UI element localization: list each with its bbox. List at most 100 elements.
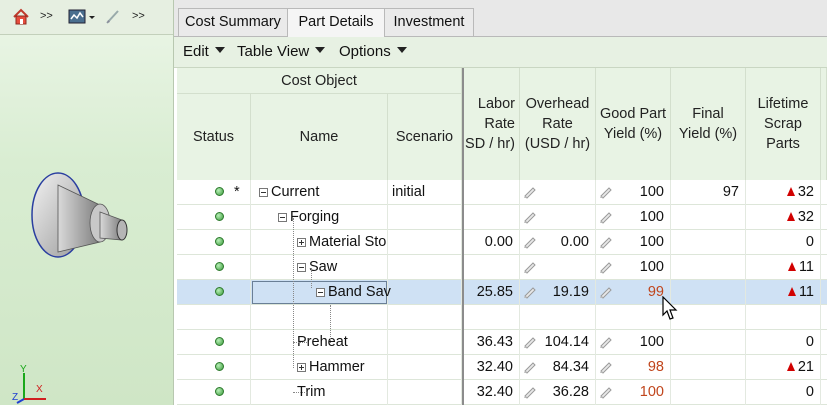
good-part-yield-cell[interactable]: 100 (596, 255, 671, 280)
final-yield-cell[interactable] (671, 330, 746, 355)
scenario-cell[interactable] (388, 280, 462, 305)
good-part-yield-cell[interactable]: 100 (596, 380, 671, 405)
overhead-rate-cell[interactable]: 19.19 (520, 280, 596, 305)
lifetime-scrap-cell[interactable]: 11 (746, 280, 821, 305)
lifetime-scrap-cell[interactable]: 21 (746, 355, 821, 380)
table-row[interactable]: Hammer 32.40 84.34 98 21 (177, 355, 827, 380)
final-yield-cell[interactable] (671, 280, 746, 305)
good-part-yield-cell[interactable]: 100 (596, 230, 671, 255)
good-part-yield-cell[interactable]: 100 (596, 330, 671, 355)
collapse-toggle-icon[interactable] (297, 263, 306, 272)
lifetime-scrap-cell[interactable]: 0 (746, 330, 821, 355)
labor-rate-cell[interactable]: 25.85 (464, 280, 520, 305)
name-cell[interactable]: Material Sto (251, 230, 388, 255)
good-part-yield-cell[interactable] (596, 305, 671, 330)
final-yield-cell[interactable]: 97 (671, 180, 746, 205)
labor-rate-cell[interactable]: 32.40 (464, 380, 520, 405)
pen-icon[interactable] (104, 8, 122, 26)
labor-rate-cell[interactable] (464, 205, 520, 230)
final-yield-cell[interactable] (671, 380, 746, 405)
final-yield-cell[interactable] (671, 305, 746, 330)
name-cell[interactable]: Saw (251, 255, 388, 280)
scenario-cell[interactable] (388, 255, 462, 280)
scenario-cell[interactable] (388, 355, 462, 380)
column-header-lifetime-scrap[interactable]: Lifetime Scrap Parts (746, 68, 821, 180)
column-header-name[interactable]: Name (251, 94, 388, 180)
table-row[interactable]: Material Sto 0.00 0.00 100 0 (177, 230, 827, 255)
tab-investment[interactable]: Investment (384, 8, 474, 36)
lifetime-scrap-cell[interactable]: 32 (746, 205, 821, 230)
tab-part-details[interactable]: Part Details (287, 8, 385, 37)
overhead-rate-cell[interactable]: 84.34 (520, 355, 596, 380)
expand-toolbar-button[interactable]: >> (40, 10, 53, 22)
table-row[interactable]: Band Sav 25.85 19.19 99 11 (177, 280, 827, 305)
good-part-yield-cell[interactable]: 99 (596, 280, 671, 305)
collapse-toggle-icon[interactable] (259, 188, 268, 197)
menu-options[interactable]: Options (339, 43, 407, 60)
scenario-cell[interactable] (388, 230, 462, 255)
name-cell[interactable]: Band Sav (251, 280, 391, 305)
display-mode-icon[interactable] (68, 8, 88, 26)
menu-table-view[interactable]: Table View (237, 43, 326, 60)
column-header-good-part-yield[interactable]: Good Part Yield (%) (596, 68, 671, 180)
final-yield-cell[interactable] (671, 255, 746, 280)
lifetime-scrap-cell[interactable] (746, 305, 821, 330)
menu-edit[interactable]: Edit (183, 43, 225, 60)
name-cell[interactable]: Trim (251, 380, 388, 405)
lifetime-scrap-cell[interactable]: 32 (746, 180, 821, 205)
labor-rate-cell[interactable] (464, 255, 520, 280)
column-header-final-yield[interactable]: Final Yield (%) (671, 68, 746, 180)
labor-rate-cell[interactable] (464, 305, 520, 330)
tab-cost-summary[interactable]: Cost Summary (178, 8, 288, 36)
good-part-yield-cell[interactable]: 100 (596, 180, 671, 205)
labor-rate-cell[interactable]: 36.43 (464, 330, 520, 355)
name-cell[interactable]: Preheat (251, 330, 388, 355)
expand-toggle-icon[interactable] (297, 363, 306, 372)
name-cell[interactable]: Forging (251, 205, 388, 230)
name-cell[interactable]: Current (251, 180, 388, 205)
frozen-column-splitter[interactable] (462, 68, 464, 405)
lifetime-scrap-cell[interactable]: 11 (746, 255, 821, 280)
column-header-status[interactable]: Status (177, 94, 251, 180)
good-part-yield-cell[interactable]: 100 (596, 205, 671, 230)
overhead-rate-cell[interactable]: 36.28 (520, 380, 596, 405)
part-3d-model[interactable] (20, 160, 140, 270)
collapse-toggle-icon[interactable] (316, 288, 325, 297)
expand-toolbar-button-2[interactable]: >> (132, 10, 145, 22)
overhead-rate-cell[interactable]: 0.00 (520, 230, 596, 255)
table-row[interactable]: Trim 32.40 36.28 100 0 (177, 380, 827, 405)
name-cell[interactable] (251, 305, 388, 330)
collapse-toggle-icon[interactable] (278, 213, 287, 222)
good-part-yield-cell[interactable]: 98 (596, 355, 671, 380)
final-yield-cell[interactable] (671, 205, 746, 230)
overhead-rate-cell[interactable] (520, 255, 596, 280)
final-yield-cell[interactable] (671, 230, 746, 255)
labor-rate-cell[interactable] (464, 180, 520, 205)
overhead-rate-cell[interactable] (520, 180, 596, 205)
home-icon[interactable] (12, 8, 30, 26)
chevron-down-icon[interactable] (88, 8, 96, 26)
labor-rate-cell[interactable]: 32.40 (464, 355, 520, 380)
table-row[interactable]: * Current initial 100 97 32 (177, 180, 827, 205)
column-header-labor-rate[interactable]: Labor Rate SD / hr) (464, 68, 520, 180)
overhead-rate-cell[interactable] (520, 205, 596, 230)
lifetime-scrap-cell[interactable]: 0 (746, 380, 821, 405)
scenario-cell[interactable] (388, 205, 462, 230)
scenario-cell[interactable] (388, 330, 462, 355)
model-viewer-panel[interactable]: >> >> Y X Z (0, 0, 174, 405)
overhead-rate-cell[interactable]: 104.14 (520, 330, 596, 355)
expand-toggle-icon[interactable] (297, 238, 306, 247)
scenario-cell[interactable]: initial (388, 180, 462, 205)
table-row[interactable] (177, 305, 827, 330)
final-yield-cell[interactable] (671, 355, 746, 380)
column-header-scenario[interactable]: Scenario (388, 94, 462, 180)
overhead-rate-cell[interactable] (520, 305, 596, 330)
column-header-overhead-rate[interactable]: Overhead Rate (USD / hr) (520, 68, 596, 180)
scenario-cell[interactable] (388, 380, 462, 405)
labor-rate-cell[interactable]: 0.00 (464, 230, 520, 255)
table-row[interactable]: Preheat 36.43 104.14 100 0 (177, 330, 827, 355)
name-cell[interactable]: Hammer (251, 355, 388, 380)
lifetime-scrap-cell[interactable]: 0 (746, 230, 821, 255)
table-row[interactable]: Forging 100 32 (177, 205, 827, 230)
table-row[interactable]: Saw 100 11 (177, 255, 827, 280)
